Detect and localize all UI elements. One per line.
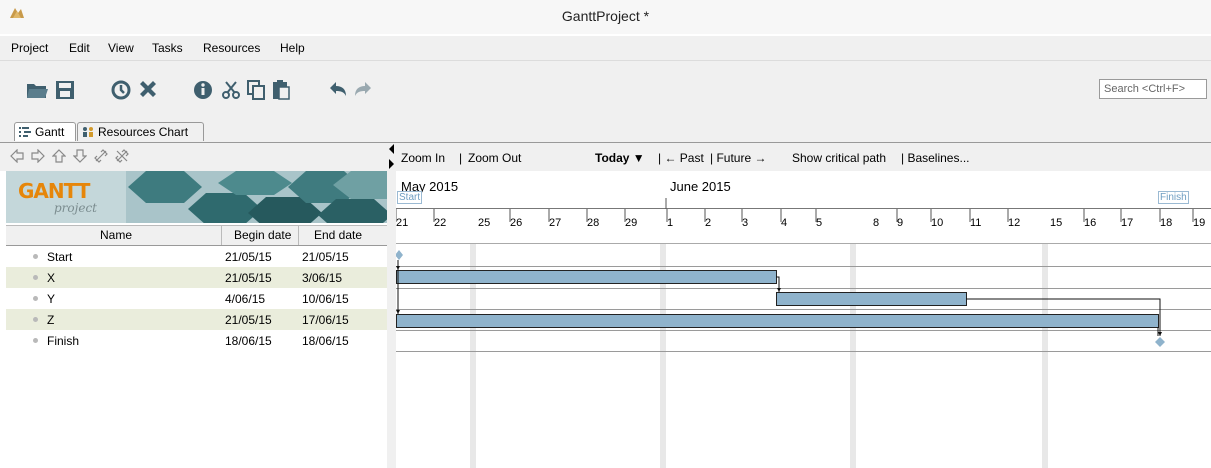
column-divider[interactable] <box>221 226 222 245</box>
gantt-project-banner: GANTT project <box>6 171 387 223</box>
open-folder-icon[interactable] <box>26 79 48 101</box>
menu-edit[interactable]: Edit <box>69 41 90 55</box>
resources-icon <box>83 127 93 137</box>
window-title: GanttProject * <box>561 8 650 24</box>
arrow-left-icon[interactable] <box>10 149 24 163</box>
column-divider[interactable] <box>298 226 299 245</box>
column-begin-date-header[interactable]: Begin date <box>234 228 291 242</box>
task-end-date: 21/05/15 <box>302 250 349 264</box>
delete-icon[interactable] <box>137 79 159 101</box>
bullet-icon <box>33 317 38 322</box>
task-nav-toolbar <box>0 143 387 171</box>
task-row-z[interactable]: Z 21/05/15 17/06/15 <box>6 309 387 330</box>
menu-tasks[interactable]: Tasks <box>152 41 183 55</box>
task-name: Finish <box>47 334 80 348</box>
gantt-logo-text: GANTT <box>18 179 90 203</box>
link-icon[interactable] <box>94 149 108 163</box>
column-end-date-header[interactable]: End date <box>314 228 362 242</box>
task-end-date: 10/06/15 <box>302 292 349 306</box>
tab-resources-chart[interactable]: Resources Chart <box>77 122 204 141</box>
milestone-finish <box>1155 337 1165 347</box>
task-name: X <box>47 271 56 285</box>
panel-splitter[interactable] <box>387 143 396 468</box>
task-end-date: 17/06/15 <box>302 313 349 327</box>
menu-resources[interactable]: Resources <box>203 41 260 55</box>
search-input[interactable]: Search <Ctrl+F> <box>1099 79 1207 99</box>
task-bar-z <box>396 314 1159 328</box>
title-bar: GanttProject * <box>0 0 1211 34</box>
task-row-x[interactable]: X 21/05/15 3/06/15 <box>6 267 387 288</box>
task-begin-date: 21/05/15 <box>225 313 272 327</box>
task-begin-date: 4/06/15 <box>225 292 266 306</box>
task-row-finish[interactable]: Finish 18/06/15 18/06/15 <box>6 330 387 351</box>
cut-icon[interactable] <box>220 79 242 101</box>
arrow-down-icon[interactable] <box>73 149 87 163</box>
task-tree-panel: GANTT project Name Begin date End date S… <box>0 143 387 468</box>
bullet-icon <box>33 275 38 280</box>
gantt-bars-layer <box>396 198 1211 468</box>
menu-project[interactable]: Project <box>11 41 48 55</box>
tab-resources-label: Resources Chart <box>98 125 189 139</box>
task-begin-date: 21/05/15 <box>225 250 272 264</box>
save-icon[interactable] <box>54 79 76 101</box>
menu-view[interactable]: View <box>108 41 134 55</box>
milestone-start <box>396 250 403 260</box>
gantt-icon <box>19 127 31 137</box>
copy-icon[interactable] <box>245 79 267 101</box>
task-name: Start <box>47 250 73 264</box>
bullet-icon <box>33 254 38 259</box>
bullet-icon <box>33 296 38 301</box>
task-bar-y <box>776 292 967 306</box>
redo-icon[interactable] <box>352 79 374 101</box>
task-name: Z <box>47 313 55 327</box>
task-row-start[interactable]: Start 21/05/15 21/05/15 <box>6 246 387 267</box>
task-begin-date: 18/06/15 <box>225 334 272 348</box>
undo-icon[interactable] <box>327 79 349 101</box>
menu-help[interactable]: Help <box>280 41 305 55</box>
info-icon[interactable] <box>192 79 214 101</box>
task-bar-x <box>396 270 777 284</box>
task-row-y[interactable]: Y 4/06/15 10/06/15 <box>6 288 387 309</box>
tab-gantt-label: Gantt <box>35 125 65 139</box>
main-toolbar: Search <Ctrl+F> <box>0 60 1211 121</box>
task-table-header: Name Begin date End date <box>6 225 387 246</box>
task-name: Y <box>47 292 56 306</box>
column-name-header[interactable]: Name <box>100 228 132 242</box>
paste-icon[interactable] <box>270 79 292 101</box>
task-end-date: 18/06/15 <box>302 334 349 348</box>
menu-bar: Project Edit View Tasks Resources Help <box>0 36 1211 60</box>
gantt-chart-area: Zoom In | Zoom Out Today ▼ | ← Past | Fu… <box>396 143 1211 468</box>
tab-gantt[interactable]: Gantt <box>14 122 76 141</box>
task-end-date: 3/06/15 <box>302 271 343 285</box>
splitter-arrows-icon[interactable] <box>388 144 395 170</box>
bullet-icon <box>33 338 38 343</box>
project-logo-subtext: project <box>54 201 98 215</box>
task-begin-date: 21/05/15 <box>225 271 272 285</box>
arrow-right-icon[interactable] <box>31 149 45 163</box>
history-icon[interactable] <box>110 79 132 101</box>
arrow-up-icon[interactable] <box>52 149 66 163</box>
view-tabs: Gantt Resources Chart <box>0 120 1211 143</box>
unlink-icon[interactable] <box>115 149 129 163</box>
